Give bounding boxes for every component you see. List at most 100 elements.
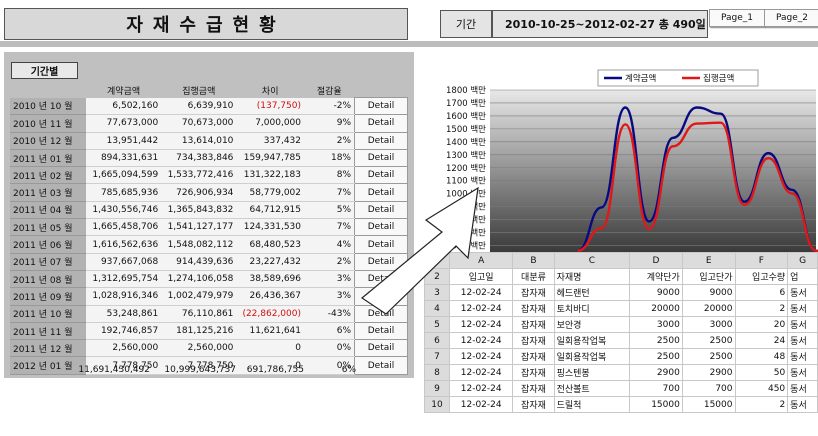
detail-button[interactable]: Detail (354, 166, 408, 185)
row-number[interactable]: 9 (424, 380, 450, 397)
sheet-cell[interactable]: 20 (734, 316, 789, 333)
executed-cell: 1,002,479,979 (161, 287, 237, 306)
sheet-cell[interactable]: 3000 (629, 316, 683, 333)
month-cell: 2010 년 10 월 (10, 97, 86, 116)
sheet-cell[interactable]: 20000 (681, 300, 736, 317)
sheet-cell[interactable]: 2 (734, 396, 789, 413)
sheet-cell[interactable]: 잡자재 (512, 364, 555, 381)
sheet-cell[interactable]: 450 (734, 380, 789, 397)
sheet-cell[interactable]: 동서 (787, 284, 818, 301)
y-tick-label: 1500 백만 (446, 124, 486, 135)
sheet-cell[interactable]: 동서 (787, 348, 818, 365)
sheet-cell[interactable]: 3000 (681, 316, 736, 333)
sheet-cell[interactable]: 핑스텐봉 (553, 364, 631, 381)
sheet-cell[interactable]: 일회용작업복 (553, 348, 631, 365)
table-row: 2011 년 02 월 1,665,094,599 1,533,772,416 131… (10, 166, 408, 185)
sheet-cell[interactable]: 24 (734, 332, 789, 349)
sheet-cell[interactable]: 700 (629, 380, 683, 397)
sheet-cell[interactable]: 헤드랜턴 (553, 284, 631, 301)
sheet-cell[interactable]: 드릴척 (553, 396, 631, 413)
total-rate: 6% (341, 365, 356, 375)
sheet-cell[interactable]: F (734, 252, 789, 269)
row-number[interactable]: 6 (424, 332, 450, 349)
detail-button[interactable]: Detail (354, 96, 408, 116)
rate-cell: 4% (304, 235, 355, 254)
sheet-cell[interactable]: 입고수량 (734, 268, 789, 285)
rate-cell: 7% (304, 183, 355, 202)
sheet-cell[interactable]: 잡자재 (512, 380, 555, 397)
monthly-summary-table: 계약금액 집행금액 차이 절감율 2010 년 10 월 6,502,160 6,6… (10, 83, 408, 375)
period-tab[interactable]: 기간별 (11, 62, 78, 79)
sheet-cell[interactable]: 일회용작업복 (553, 332, 631, 349)
sheet-cell[interactable]: G (787, 252, 818, 269)
sheet-cell[interactable]: 2500 (629, 332, 683, 349)
sheet-cell[interactable]: 2 (734, 300, 789, 317)
sheet-cell[interactable]: 700 (681, 380, 736, 397)
sheet-cell[interactable]: 잡자재 (512, 332, 555, 349)
detail-button[interactable]: Detail (354, 148, 408, 168)
sheet-cell[interactable]: 업 (787, 268, 818, 285)
sheet-cell[interactable]: 잡자재 (512, 396, 555, 413)
row-number[interactable]: 7 (424, 348, 450, 365)
sheet-cell[interactable]: D (629, 252, 683, 269)
contract-cell: 77,673,000 (86, 114, 162, 133)
sheet-cell[interactable]: 12-02-24 (448, 348, 514, 365)
detail-button[interactable]: Detail (354, 339, 408, 358)
sheet-cell[interactable]: 6 (734, 284, 789, 301)
sheet-cell[interactable]: 동서 (787, 316, 818, 333)
sheet-cell[interactable]: 15000 (629, 396, 683, 413)
sheet-cell[interactable]: 15000 (681, 396, 736, 413)
sheet-cell[interactable]: C (553, 252, 631, 269)
sheet-cell[interactable]: 잡자재 (512, 300, 555, 317)
y-tick-label: 1200 백만 (446, 163, 486, 174)
sheet-cell[interactable]: 2900 (629, 364, 683, 381)
sheet-cell[interactable]: 50 (734, 364, 789, 381)
sheet-cell[interactable]: 동서 (787, 380, 818, 397)
sheet-cell[interactable]: 동서 (787, 332, 818, 349)
sheet-cell[interactable]: 자재명 (553, 268, 631, 285)
detail-button[interactable]: Detail (354, 131, 408, 150)
contract-cell: 1,616,562,636 (86, 235, 162, 254)
sheet-cell[interactable]: 동서 (787, 396, 818, 413)
sheet-cell[interactable]: 12-02-24 (448, 332, 514, 349)
sheet-cell[interactable]: 입고단가 (681, 268, 736, 285)
sheet-cell[interactable]: 동서 (787, 364, 818, 381)
sheet-cell[interactable]: E (681, 252, 736, 269)
page1-button[interactable]: Page_1 (709, 9, 765, 27)
sheet-row: 10 12-02-24 잡자재 드릴척 15000 15000 2 동서 (424, 396, 818, 413)
sheet-cell[interactable]: 2500 (681, 348, 736, 365)
sheet-cell[interactable]: 9000 (681, 284, 736, 301)
detail-button[interactable]: Detail (354, 114, 408, 133)
contract-cell: 1,665,458,706 (86, 218, 162, 237)
sheet-cell[interactable]: 전산볼트 (553, 380, 631, 397)
diff-cell: 68,480,523 (236, 235, 304, 254)
sheet-cell[interactable]: 2500 (681, 332, 736, 349)
sheet-cell[interactable]: 9000 (629, 284, 683, 301)
row-number[interactable]: 8 (424, 364, 450, 381)
sheet-cell[interactable]: 토치바디 (553, 300, 631, 317)
sheet-cell[interactable]: 12-02-24 (448, 396, 514, 413)
sheet-cell[interactable]: 대분류 (512, 268, 555, 285)
sheet-cell[interactable]: 2900 (681, 364, 736, 381)
sheet-cell[interactable]: 동서 (787, 300, 818, 317)
table-row: 2011 년 04 월 1,430,556,746 1,365,843,832 64,… (10, 200, 408, 220)
executed-cell: 6,639,910 (161, 97, 237, 116)
sheet-cell[interactable]: 잡자재 (512, 348, 555, 365)
sheet-cell[interactable]: 12-02-24 (448, 380, 514, 397)
sheet-cell[interactable]: 잡자재 (512, 316, 555, 333)
sheet-cell[interactable]: 2500 (629, 348, 683, 365)
page2-button[interactable]: Page_2 (764, 9, 818, 27)
diff-cell: 0 (236, 339, 304, 358)
sheet-cell[interactable]: 48 (734, 348, 789, 365)
sheet-cell[interactable]: 12-02-24 (448, 364, 514, 381)
sheet-cell[interactable]: 계약단가 (629, 268, 683, 285)
row-number[interactable]: 10 (424, 396, 450, 413)
sheet-cell[interactable]: 보안경 (553, 316, 631, 333)
y-tick-label: 1800 백만 (446, 85, 486, 96)
sheet-cell[interactable]: B (512, 252, 555, 269)
sheet-cell[interactable]: 잡자재 (512, 284, 555, 301)
sheet-cell[interactable]: 20000 (629, 300, 683, 317)
month-cell: 2011 년 01 월 (10, 149, 86, 168)
y-tick-label: 1400 백만 (446, 137, 486, 148)
diff-cell: 23,227,432 (236, 253, 304, 271)
